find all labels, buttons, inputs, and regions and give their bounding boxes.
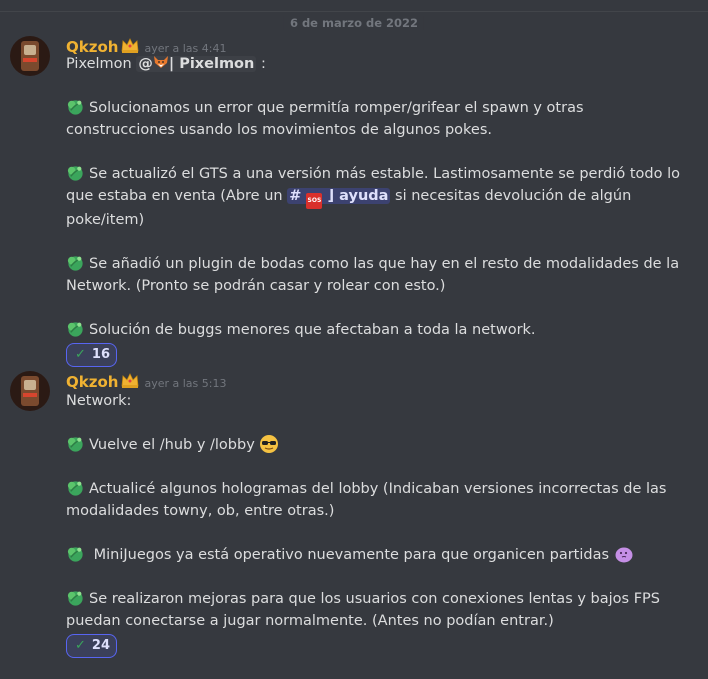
fox-icon (153, 56, 168, 68)
username[interactable]: Qkzoh (66, 373, 118, 391)
purple-blob-emoji (615, 547, 633, 563)
item-text: Solucionamos un error que permitía rompe… (66, 100, 584, 138)
reaction-check[interactable]: ✓ 24 (66, 634, 117, 658)
item-text: Vuelve el /hub y /lobby (89, 437, 260, 453)
date-divider-label: 6 de marzo de 2022 (283, 16, 425, 30)
sos-icon: SOS (306, 193, 323, 209)
channel-name: ⌋ ayuda (327, 188, 389, 204)
sunglasses-emoji (260, 435, 279, 453)
message-body: Network: Vuelve el /hub y /lobby Actuali… (66, 390, 686, 658)
list-item: Vuelve el /hub y /lobby (66, 434, 686, 456)
list-item: Solución de buggs menores que afectaban … (66, 319, 686, 341)
bullet-leaf-icon (66, 163, 85, 182)
list-item: Se actualizó el GTS a una versión más es… (66, 163, 686, 231)
bullet-leaf-icon (66, 434, 85, 453)
bullet-leaf-icon (66, 544, 85, 563)
item-text: Se añadió un plugin de bodas como las qu… (66, 256, 680, 294)
check-icon: ✓ (75, 638, 86, 653)
reaction-count: 16 (91, 347, 110, 362)
crown-icon (120, 371, 140, 389)
intro-text: Network: (66, 393, 132, 409)
mention-at: @ (138, 56, 153, 72)
intro-text: Pixelmon (66, 56, 137, 72)
list-item: MiniJuegos ya está operativo nuevamente … (66, 544, 686, 566)
reaction-check[interactable]: ✓ 16 (66, 343, 117, 367)
date-divider: 6 de marzo de 2022 (0, 11, 708, 30)
channel-hash: # (289, 188, 302, 204)
item-text: Actualicé algunos hologramas del lobby (… (66, 481, 667, 519)
role-mention[interactable]: @ | Pixelmon (136, 56, 257, 72)
bullet-leaf-icon (66, 319, 85, 338)
channel-mention[interactable]: # SOS ⌋ ayuda (287, 188, 391, 209)
avatar[interactable] (10, 36, 50, 76)
message-body: Pixelmon @ | Pixelmon : Solucionamos un e… (66, 53, 686, 367)
bullet-leaf-icon (66, 588, 85, 607)
reaction-count: 24 (91, 638, 110, 653)
list-item: Solucionamos un error que permitía rompe… (66, 97, 686, 141)
avatar[interactable] (10, 371, 50, 411)
check-icon: ✓ (75, 347, 86, 362)
list-item: Actualicé algunos hologramas del lobby (… (66, 478, 686, 522)
item-text: MiniJuegos ya está operativo nuevamente … (89, 547, 614, 563)
item-text: Solución de buggs menores que afectaban … (89, 322, 536, 338)
crown-icon (120, 36, 140, 54)
intro-suffix: : (256, 56, 266, 72)
list-item: Se añadió un plugin de bodas como las qu… (66, 253, 686, 297)
bullet-leaf-icon (66, 97, 85, 116)
timestamp[interactable]: ayer a las 5:13 (144, 377, 226, 390)
role-name: | Pixelmon (168, 56, 255, 72)
item-text: Se realizaron mejoras para que los usuar… (66, 591, 660, 629)
bullet-leaf-icon (66, 478, 85, 497)
bullet-leaf-icon (66, 253, 85, 272)
list-item: Se realizaron mejoras para que los usuar… (66, 588, 686, 632)
